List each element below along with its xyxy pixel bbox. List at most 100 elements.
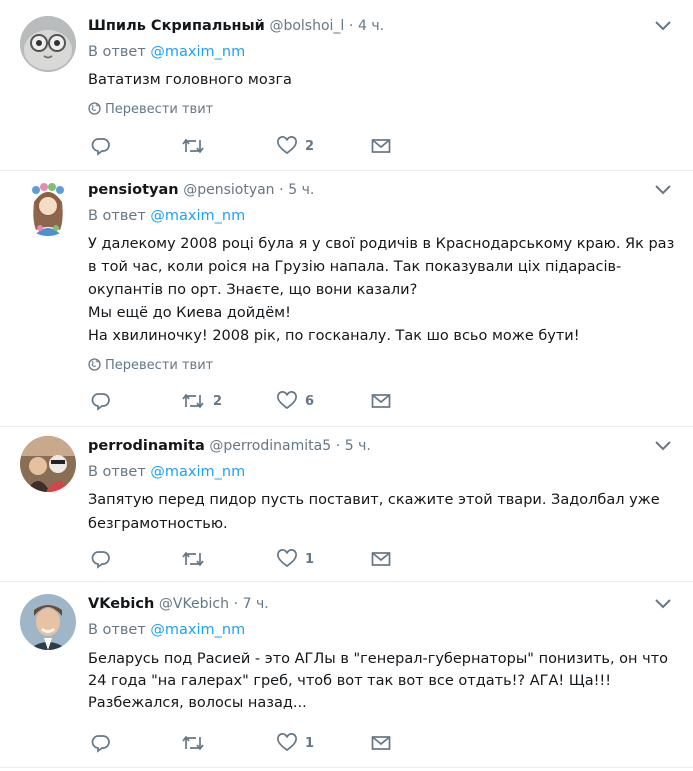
reply-prefix: В ответ	[88, 464, 146, 480]
reply-button[interactable]	[91, 733, 111, 753]
action-bar: 1	[88, 549, 391, 569]
like-count: 6	[305, 393, 315, 409]
text-line: У далекому 2008 році була я у свої родич…	[88, 236, 675, 252]
text-line: Беларусь под Расией - это АГЛы в "генера…	[88, 651, 669, 667]
reply-user-link[interactable]: @maxim_nm	[150, 622, 245, 638]
reply-user-link[interactable]: @maxim_nm	[150, 464, 245, 480]
retweet-count: 2	[213, 393, 223, 409]
action-bar: 2	[88, 136, 391, 156]
reply-prefix: В ответ	[88, 44, 146, 60]
timestamp[interactable]: 5 ч.	[288, 182, 314, 198]
reply-button[interactable]	[91, 136, 111, 156]
separator-dot: ·	[335, 438, 341, 454]
text-line: окупантів по орт. Знаєте, що вони казали…	[88, 282, 418, 298]
separator-dot: ·	[279, 182, 284, 198]
like-button[interactable]: 2	[277, 136, 314, 156]
username[interactable]: @perrodinamita5	[209, 438, 331, 454]
tweet-header: VKebich @VKebich · 7 ч.	[88, 594, 269, 614]
tweet-2[interactable]: pensiotyan @pensiotyan · 5 ч. В ответ @m…	[0, 170, 693, 427]
text-line: Запятую перед пидор пусть поставит, скаж…	[88, 492, 660, 508]
message-button[interactable]	[371, 549, 391, 569]
separator-dot: ·	[233, 596, 239, 612]
tweet-text: Запятую перед пидор пусть поставит, скаж…	[88, 488, 673, 536]
text-line: Разбежался, волосы назад...	[88, 695, 307, 711]
envelope-icon	[371, 139, 391, 153]
avatar[interactable]	[20, 436, 76, 492]
tweet-3[interactable]: perrodinamita @perrodinamita5 · 5 ч. В о…	[0, 426, 693, 582]
text-line: в той час, коли роіся на Грузію напала. …	[88, 259, 622, 275]
tweet-text: Беларусь под Расией - это АГЛы в "генера…	[88, 648, 673, 714]
text-line: 24 года "на галерах" греб, чтоб вот так …	[88, 673, 612, 689]
chevron-down-icon[interactable]	[653, 18, 673, 34]
username[interactable]: @pensiotyan	[183, 182, 274, 198]
retweet-icon	[182, 138, 204, 154]
text-line: На хвилиночку! 2008 рік, по госканалу. Т…	[88, 328, 580, 344]
globe-icon	[88, 102, 101, 115]
chevron-down-icon[interactable]	[653, 596, 673, 612]
reply-prefix: В ответ	[88, 622, 146, 638]
retweet-icon	[182, 551, 204, 567]
action-bar: 2 6	[88, 391, 391, 411]
like-button[interactable]: 1	[277, 549, 314, 569]
reply-icon	[91, 551, 110, 569]
display-name[interactable]: VKebich	[88, 596, 154, 612]
retweet-icon	[182, 735, 204, 751]
reply-user-link[interactable]: @maxim_nm	[150, 208, 245, 224]
avatar[interactable]	[20, 16, 76, 72]
heart-icon	[277, 391, 297, 410]
reply-context: В ответ @maxim_nm	[88, 620, 245, 640]
translate-link[interactable]: Перевести твит	[88, 357, 213, 375]
like-count: 1	[305, 735, 315, 751]
avatar[interactable]	[20, 594, 76, 650]
text-line: Вататизм головного мозга	[88, 72, 292, 88]
avatar[interactable]	[20, 180, 76, 236]
tweet-header: pensiotyan @pensiotyan · 5 ч.	[88, 180, 314, 200]
display-name[interactable]: pensiotyan	[88, 182, 179, 198]
like-count: 1	[305, 551, 315, 567]
text-line: Мы ещё до Киева дойдём!	[88, 305, 291, 321]
retweet-button[interactable]	[181, 549, 213, 569]
timestamp[interactable]: 5 ч.	[345, 438, 371, 454]
like-count: 2	[305, 138, 315, 154]
translate-label: Перевести твит	[105, 358, 214, 373]
reply-icon	[91, 393, 110, 411]
reply-button[interactable]	[91, 391, 111, 411]
heart-icon	[277, 733, 297, 752]
reply-button[interactable]	[91, 549, 111, 569]
translate-label: Перевести твит	[105, 102, 214, 117]
envelope-icon	[371, 552, 391, 566]
username[interactable]: @VKebich	[159, 596, 229, 612]
retweet-icon	[182, 393, 204, 409]
tweet-1[interactable]: Шпиль Скрипальный @bolshoi_l · 4 ч. В от…	[0, 0, 693, 171]
action-bar: 1	[88, 733, 391, 753]
tweet-text: Вататизм головного мозга	[88, 69, 673, 91]
display-name[interactable]: Шпиль Скрипальный	[88, 18, 265, 34]
reply-user-link[interactable]: @maxim_nm	[150, 44, 245, 60]
reply-context: В ответ @maxim_nm	[88, 462, 245, 482]
reply-prefix: В ответ	[88, 208, 146, 224]
like-button[interactable]: 1	[277, 733, 314, 753]
username[interactable]: @bolshoi_l	[269, 18, 344, 34]
display-name[interactable]: perrodinamita	[88, 438, 205, 454]
text-line: безграмотностью.	[88, 516, 228, 532]
separator-dot: ·	[348, 18, 354, 34]
retweet-button[interactable]	[181, 136, 213, 156]
message-button[interactable]	[371, 136, 391, 156]
tweet-4[interactable]: VKebich @VKebich · 7 ч. В ответ @maxim_n…	[0, 581, 693, 768]
message-button[interactable]	[371, 391, 391, 411]
reply-context: В ответ @maxim_nm	[88, 206, 245, 226]
message-button[interactable]	[371, 733, 391, 753]
retweet-button[interactable]: 2	[181, 391, 222, 411]
envelope-icon	[371, 736, 391, 750]
retweet-button[interactable]	[181, 733, 213, 753]
chevron-down-icon[interactable]	[653, 438, 673, 454]
timestamp[interactable]: 4 ч.	[358, 18, 384, 34]
like-button[interactable]: 6	[277, 391, 314, 411]
heart-icon	[277, 136, 297, 155]
chevron-down-icon[interactable]	[653, 182, 673, 198]
reply-icon	[91, 138, 110, 156]
tweet-text: У далекому 2008 році була я у свої родич…	[88, 233, 675, 348]
globe-icon	[88, 358, 101, 371]
timestamp[interactable]: 7 ч.	[243, 596, 269, 612]
translate-link[interactable]: Перевести твит	[88, 101, 213, 119]
